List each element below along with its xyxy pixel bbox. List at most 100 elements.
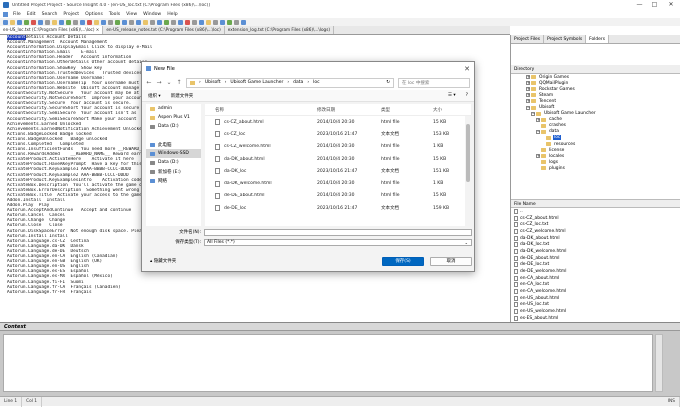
- nav-item[interactable]: 此电脑: [146, 140, 201, 149]
- toolbar-icon[interactable]: [31, 19, 36, 25]
- expand-toggle-icon[interactable]: −: [526, 105, 530, 110]
- toolbar-icon[interactable]: [206, 19, 211, 25]
- expand-toggle-icon[interactable]: +: [526, 81, 530, 86]
- expand-toggle-icon[interactable]: +: [536, 117, 540, 122]
- toolbar-icon[interactable]: [234, 19, 239, 25]
- toolbar-icon[interactable]: [213, 19, 218, 25]
- file-list-item[interactable]: en-US_about.html: [511, 295, 680, 302]
- toolbar-icon[interactable]: [178, 19, 183, 25]
- toolbar-icon[interactable]: [3, 19, 8, 25]
- nav-item[interactable]: Windows-SSD: [146, 149, 201, 158]
- search-input[interactable]: 在 loc 中搜索: [398, 77, 470, 88]
- maximize-button[interactable]: □: [647, 0, 662, 10]
- minimize-button[interactable]: —: [632, 0, 647, 10]
- dialog-file-row[interactable]: de-DE_loc 2023/10/16 21:47 文本文档 159 KB: [205, 202, 471, 214]
- file-list-item[interactable]: cs-CZ_about.html: [511, 215, 680, 222]
- toolbar-icon[interactable]: [164, 19, 169, 25]
- expand-toggle-icon[interactable]: −: [531, 111, 535, 116]
- file-list-item[interactable]: cs-CZ_loc.txt: [511, 221, 680, 228]
- toolbar-icon[interactable]: [87, 19, 92, 25]
- dialog-file-row[interactable]: da-DK_about.html 2014/10/4 20:30 html file…: [205, 153, 471, 165]
- menu-file[interactable]: File: [10, 12, 24, 17]
- forward-arrow-icon[interactable]: →: [156, 79, 162, 86]
- toolbar-icon[interactable]: [108, 19, 113, 25]
- menu-window[interactable]: Window: [140, 12, 164, 17]
- navigation-pane[interactable]: admin Aspen Plus V1 Data (D:) 此电脑 Windows-SS…: [146, 104, 201, 226]
- dialog-file-row[interactable]: cs-CZ_welcome.html 2014/10/4 20:30 html fi…: [205, 141, 471, 153]
- toolbar-icon[interactable]: [24, 19, 29, 25]
- tab-folders[interactable]: Folders: [586, 35, 609, 43]
- up-arrow-icon[interactable]: ↑: [176, 79, 182, 86]
- toolbar-icon[interactable]: [17, 19, 22, 25]
- file-name-header[interactable]: File Name: [511, 199, 680, 208]
- toolbar-icon[interactable]: [192, 19, 197, 25]
- dialog-file-row[interactable]: de-DE_about.html 2014/10/4 20:30 html file…: [205, 190, 471, 202]
- toolbar-icon[interactable]: [122, 19, 127, 25]
- nav-item[interactable]: [146, 131, 201, 140]
- expand-toggle-icon[interactable]: −: [536, 129, 540, 134]
- column-name[interactable]: 名称: [205, 107, 313, 113]
- new-folder-button[interactable]: 新建文件夹: [171, 93, 194, 99]
- breadcrumb-data[interactable]: data: [293, 80, 303, 85]
- menu-tools[interactable]: Tools: [106, 12, 123, 17]
- dialog-file-list[interactable]: 名称 修改日期 类型 大小 cs-CZ_about.html 2014/10/4 …: [205, 104, 471, 226]
- tab-release-notes[interactable]: en-US_release_notes.txt (C:\Program File…: [103, 26, 225, 34]
- toolbar-icon[interactable]: [59, 19, 64, 25]
- filetype-select[interactable]: All Files (*.*) ⌄: [204, 238, 472, 246]
- toolbar-icon[interactable]: [94, 19, 99, 25]
- tree-node[interactable]: plugins: [511, 165, 680, 171]
- expand-toggle-icon[interactable]: +: [536, 154, 540, 159]
- expand-toggle-icon[interactable]: +: [526, 99, 530, 104]
- chevron-down-icon[interactable]: ⌄: [166, 79, 172, 86]
- file-list-item[interactable]: es-ES_about.html: [511, 315, 680, 322]
- file-list-scrollbar[interactable]: [465, 116, 471, 226]
- file-list-item[interactable]: de-DE_about.html: [511, 255, 680, 262]
- organize-button[interactable]: 组织 ▾: [148, 93, 161, 99]
- toolbar-icon[interactable]: [150, 19, 155, 25]
- toolbar-icon[interactable]: [143, 19, 148, 25]
- dialog-file-row[interactable]: cs-CZ_loc 2023/10/16 21:47 文本文档 153 KB: [205, 128, 471, 140]
- toolbar-icon[interactable]: [136, 19, 141, 25]
- tab-project-symbols[interactable]: Project Symbols: [544, 35, 587, 43]
- toolbar-icon[interactable]: [185, 19, 190, 25]
- toolbar-icon[interactable]: [157, 19, 162, 25]
- directory-tree[interactable]: + Origin Games + QQMailPlugin + Rockstar Game…: [511, 74, 680, 194]
- file-list-item[interactable]: en-CA_about.html: [511, 275, 680, 282]
- file-list[interactable]: .. cs-CZ_about.html cs-CZ_loc.txt cs-CZ_wel…: [511, 208, 680, 328]
- dialog-file-row[interactable]: da-DK_welcome.html 2014/10/4 20:30 html fi…: [205, 177, 471, 189]
- column-date[interactable]: 修改日期: [313, 107, 377, 113]
- back-arrow-icon[interactable]: ←: [146, 79, 152, 86]
- breadcrumb-launcher[interactable]: Ubisoft Game Launcher: [230, 80, 283, 85]
- file-list-item[interactable]: en-US_welcome.html: [511, 308, 680, 315]
- refresh-icon[interactable]: ↻: [386, 80, 393, 85]
- toolbar-icon[interactable]: [10, 19, 15, 25]
- expand-toggle-icon[interactable]: +: [526, 93, 530, 98]
- context-content[interactable]: [3, 334, 653, 392]
- tab-en-us-loc[interactable]: en-US_loc.txt (C:\Program Files (x86)\..…: [0, 26, 104, 34]
- toolbar-icon[interactable]: [52, 19, 57, 25]
- tab-extension-log[interactable]: extension_log.txt (C:\Program Files (x86…: [225, 26, 335, 34]
- toolbar-icon[interactable]: [220, 19, 225, 25]
- menu-project[interactable]: Project: [60, 12, 82, 17]
- toolbar-icon[interactable]: [171, 19, 176, 25]
- column-type[interactable]: 类型: [377, 107, 429, 113]
- save-button[interactable]: 保存(S): [382, 256, 424, 266]
- expand-toggle-icon[interactable]: +: [526, 75, 530, 80]
- hide-folders-button[interactable]: ▴ 隐藏文件夹: [146, 258, 376, 264]
- filename-input[interactable]: [204, 228, 472, 236]
- cancel-button[interactable]: 取消: [430, 256, 472, 266]
- menu-search[interactable]: Search: [39, 12, 61, 17]
- menu-help[interactable]: Help: [164, 12, 180, 17]
- close-button[interactable]: ✕: [662, 0, 680, 10]
- file-list-item[interactable]: da-DK_about.html: [511, 235, 680, 242]
- file-list-item[interactable]: cs-CZ_welcome.html: [511, 228, 680, 235]
- file-list-item[interactable]: da-DK_loc.txt: [511, 241, 680, 248]
- toolbar-icon[interactable]: [66, 19, 71, 25]
- address-bar[interactable]: › Ubisoft › Ubisoft Game Launcher › data › …: [186, 77, 394, 88]
- breadcrumb-loc[interactable]: loc: [313, 80, 319, 85]
- file-list-item[interactable]: en-US_loc.txt: [511, 302, 680, 309]
- toolbar-icon[interactable]: [227, 19, 232, 25]
- file-list-item[interactable]: da-DK_welcome.html: [511, 248, 680, 255]
- menu-edit[interactable]: Edit: [24, 12, 39, 17]
- nav-item[interactable]: 网络: [146, 176, 201, 185]
